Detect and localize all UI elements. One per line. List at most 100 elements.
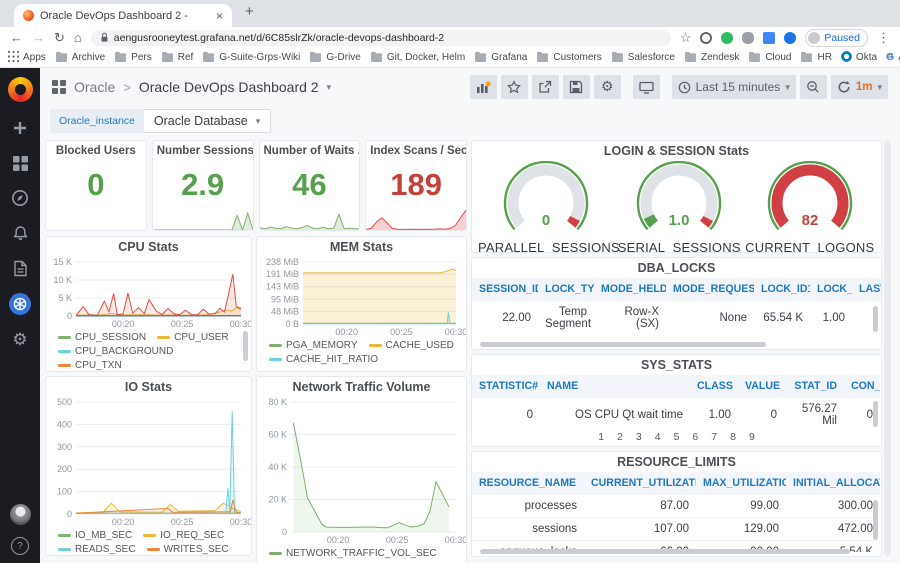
panel-title[interactable]: Number of Waits ...	[260, 141, 360, 161]
bookmark-item[interactable]: G-Suite-Grps-Wiki	[202, 51, 300, 65]
panel-title[interactable]: Index Scans / Sec...	[366, 141, 466, 161]
horizontal-scrollbar[interactable]	[480, 342, 766, 347]
panel-title[interactable]: MEM Stats	[257, 237, 466, 257]
vertical-scrollbar[interactable]	[873, 306, 878, 332]
user-avatar[interactable]	[9, 504, 31, 525]
bookmark-item[interactable]: HR	[800, 51, 832, 65]
bookmark-item[interactable]: Zendesk	[684, 51, 739, 65]
add-icon[interactable]	[10, 118, 30, 138]
column-header[interactable]: LAST_CON	[852, 278, 881, 301]
page-number[interactable]: 4	[655, 431, 661, 443]
column-header[interactable]: VALUE	[738, 375, 784, 398]
column-header[interactable]: MODE_HELD	[594, 278, 666, 301]
bookmarks-overflow-icon[interactable]: »	[887, 50, 893, 62]
page-number[interactable]: 3	[636, 431, 642, 443]
address-bar[interactable]: aengusrooneytest.grafana.net/d/6C85slrZk…	[90, 29, 671, 46]
grafana-logo[interactable]	[7, 77, 33, 102]
column-header[interactable]: MAX_UTILIZATION	[696, 472, 786, 495]
refresh-button[interactable]: 1m ▾	[830, 75, 888, 99]
bookmark-item[interactable]: Ref	[161, 51, 193, 65]
column-header[interactable]: LOCK_TYPE	[538, 278, 594, 301]
legend-item[interactable]: CACHE_HIT_RATIO	[269, 354, 378, 365]
legend-item[interactable]: NETWORK_TRAFFIC_VOL_SEC	[269, 548, 437, 559]
back-icon[interactable]: ←	[10, 31, 23, 44]
bookmark-item[interactable]: Cloud	[748, 51, 791, 65]
page-scrollbar[interactable]	[884, 140, 891, 556]
panel-title[interactable]: LOGIN & SESSION Stats	[472, 141, 881, 161]
page-number[interactable]: 7	[711, 431, 717, 443]
save-button[interactable]	[562, 75, 590, 99]
browser-tab[interactable]: Oracle DevOps Dashboard 2 - ×	[14, 4, 232, 27]
column-header[interactable]: CON_ID	[844, 375, 880, 398]
profile-paused-chip[interactable]: Paused	[805, 28, 868, 47]
column-header[interactable]: CURRENT_UTILIZATION	[584, 472, 696, 495]
legend-item[interactable]: CPU_USER	[157, 332, 229, 343]
reload-icon[interactable]: ↻	[54, 31, 65, 44]
column-header[interactable]: MODE_REQUESTED	[666, 278, 754, 301]
panel-title[interactable]: SYS_STATS	[472, 355, 881, 375]
page-number[interactable]: 6	[692, 431, 698, 443]
column-header[interactable]: INITIAL_ALLOCATION	[786, 472, 880, 495]
home-icon[interactable]: ⌂	[74, 31, 82, 44]
tab-close-icon[interactable]: ×	[216, 9, 223, 23]
cycle-view-button[interactable]	[632, 75, 660, 99]
page-number[interactable]: 8	[730, 431, 736, 443]
breadcrumb-folder[interactable]: Oracle	[74, 79, 115, 95]
help-icon[interactable]: ?	[11, 537, 29, 555]
panel-title[interactable]: IO Stats	[46, 377, 251, 397]
forward-icon[interactable]: →	[32, 31, 45, 44]
dashboard-settings-button[interactable]: ⚙	[593, 75, 621, 99]
legend-item[interactable]: IO_MB_SEC	[58, 530, 132, 541]
new-tab-button[interactable]: +	[245, 3, 254, 20]
page-number[interactable]: 5	[674, 431, 680, 443]
variable-dropdown[interactable]: Oracle Database ▾	[143, 109, 272, 133]
legend-item[interactable]: CPU_TXN	[58, 360, 122, 371]
column-header[interactable]: RESOURCE_NAME	[472, 472, 584, 495]
vertical-scrollbar[interactable]	[873, 401, 878, 427]
settings-gear-icon[interactable]: ⚙	[10, 330, 30, 350]
legend-item[interactable]: WRITES_SEC	[146, 544, 229, 555]
panel-title[interactable]: DBA_LOCKS	[472, 258, 881, 278]
zoom-out-button[interactable]	[799, 75, 827, 99]
legend-item[interactable]: IO_REQ_SEC	[143, 530, 224, 541]
share-button[interactable]	[531, 75, 559, 99]
page-number[interactable]: 9	[749, 431, 755, 443]
column-header[interactable]: STAT_ID	[784, 375, 844, 398]
bookmark-item[interactable]: Apps	[7, 50, 46, 65]
column-header[interactable]: LOCK_ID1	[754, 278, 810, 301]
vertical-scrollbar[interactable]	[873, 500, 878, 540]
panel-title[interactable]: Blocked Users	[46, 141, 146, 161]
panel-title[interactable]: Network Traffic Volume	[257, 377, 466, 397]
add-panel-button[interactable]	[469, 75, 497, 99]
breadcrumb-dashboard-title[interactable]: Oracle DevOps Dashboard 2	[139, 79, 319, 95]
alerting-bell-icon[interactable]	[10, 223, 30, 243]
legend-scrollbar[interactable]	[243, 331, 248, 361]
explore-icon[interactable]	[10, 188, 30, 208]
extension-icon[interactable]	[700, 31, 713, 44]
translate-extension-icon[interactable]	[763, 31, 776, 44]
legend-item[interactable]: CPU_SESSION	[58, 332, 146, 343]
page-number[interactable]: 2	[617, 431, 623, 443]
reports-icon[interactable]	[10, 258, 30, 278]
page-number[interactable]: 1	[598, 431, 604, 443]
panel-title[interactable]: RESOURCE_LIMITS	[472, 452, 881, 472]
bookmark-item[interactable]: Archive	[55, 51, 105, 65]
cloud-extension-icon[interactable]	[742, 31, 755, 44]
dashboards-icon[interactable]	[10, 153, 30, 173]
bookmark-item[interactable]: Git, Docker, Helm	[370, 51, 465, 65]
bookmark-item[interactable]: Salesforce	[611, 51, 675, 65]
bookmark-item[interactable]: Okta	[841, 50, 877, 65]
panel-title[interactable]: CPU Stats	[46, 237, 251, 257]
horizontal-scrollbar[interactable]	[480, 549, 850, 554]
column-header[interactable]: SESSION_ID	[472, 278, 538, 301]
dashboard-caret-icon[interactable]: ▾	[327, 82, 332, 93]
legend-item[interactable]: PGA_MEMORY	[269, 340, 358, 351]
star-dashboard-button[interactable]	[500, 75, 528, 99]
evernote-extension-icon[interactable]	[721, 31, 734, 44]
legend-item[interactable]: CPU_BACKGROUND	[58, 346, 173, 357]
panel-title[interactable]: Number Sessions...	[153, 141, 253, 161]
plugin-icon[interactable]	[9, 293, 31, 315]
column-header[interactable]: LOCK_ID2	[810, 278, 852, 301]
bookmark-item[interactable]: Customers	[536, 51, 602, 65]
bookmark-item[interactable]: Pers	[114, 51, 152, 65]
